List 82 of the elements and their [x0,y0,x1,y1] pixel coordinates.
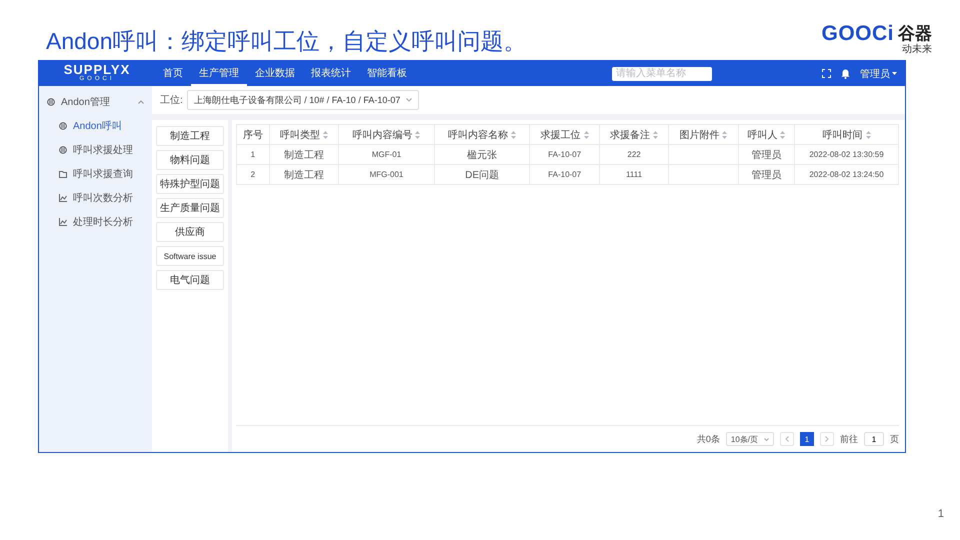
nav-tab[interactable]: 首页 [155,61,191,86]
circle-icon [59,122,67,130]
sort-icon[interactable] [584,130,589,138]
call-type-button[interactable]: 电气问题 [156,270,224,290]
sort-icon[interactable] [866,130,870,138]
call-type-button[interactable]: Software issue [156,246,224,266]
column-header[interactable]: 呼叫内容名称 [434,124,530,144]
table-cell: 222 [599,144,669,164]
slide-title: Andon呼叫：绑定呼叫工位，自定义呼叫问题。 [46,27,527,56]
table-cell: 管理员 [738,144,795,164]
sort-icon[interactable] [722,130,728,138]
table-cell: 2022-08-02 13:30:59 [794,144,898,164]
logo-wordmark: GOOCi [821,24,894,44]
nav-tab[interactable]: 智能看板 [359,61,415,86]
page-size-select[interactable]: 10条/页 [726,432,774,446]
folder-icon [59,170,67,178]
station-select[interactable]: 上海朗仕电子设备有限公司 / 10# / FA-10 / FA-10-07 [186,90,419,110]
column-header[interactable]: 图片附件 [668,124,738,144]
chart-icon [59,218,67,226]
circle-icon [47,98,55,106]
call-type-button[interactable]: 特殊护型问题 [156,174,224,194]
call-type-button[interactable]: 生产质量问题 [156,198,224,218]
caret-icon [764,438,769,440]
goto-page-field[interactable]: 1 [864,432,884,446]
column-header[interactable]: 序号 [236,124,270,144]
table-cell: FA-10-07 [530,164,600,184]
column-header[interactable]: 求援备注 [599,124,669,144]
sort-icon[interactable] [780,130,786,138]
goto-unit: 页 [890,432,899,446]
page-button[interactable]: 1 [800,432,814,446]
sort-icon[interactable] [322,130,328,138]
sidebar-item[interactable]: Andon管理 [39,90,152,114]
nav-tab[interactable]: 企业数据 [247,61,303,86]
table-cell: 2022-08-02 13:24:50 [794,164,898,184]
goto-label: 前往 [840,432,858,446]
sidebar-item[interactable]: 呼叫次数分析 [39,186,152,210]
table-cell: 楹元张 [434,144,530,164]
sidebar-item[interactable]: 呼叫求援查询 [39,162,152,186]
call-type-button[interactable]: 供应商 [156,222,224,242]
column-header[interactable]: 求援工位 [530,124,600,144]
column-header[interactable]: 呼叫类型 [269,124,339,144]
table-cell: 2 [236,164,270,184]
sidebar-item[interactable]: 呼叫求援处理 [39,138,152,162]
chevron-right-icon [825,436,829,442]
caret-icon [892,72,897,75]
column-header[interactable]: 呼叫内容编号 [338,124,434,144]
column-header[interactable]: 呼叫时间 [794,124,898,144]
app-logo[interactable]: SUPPLYX [64,64,130,76]
table-cell: 1 [236,144,270,164]
logo-tagline: 动未来 [902,44,932,55]
nav-tab[interactable]: 报表统计 [303,61,359,86]
call-type-button[interactable]: 制造工程 [156,126,224,146]
sort-icon[interactable] [415,130,420,138]
bell-icon[interactable] [841,68,850,78]
table-cell: 制造工程 [269,164,339,184]
sort-icon[interactable] [653,130,658,138]
page-number: 1 [938,508,944,520]
user-menu[interactable]: 管理员 [860,66,897,80]
search-field[interactable]: 请输入菜单名称 [612,66,712,80]
call-type-button[interactable]: 物料问题 [156,150,224,170]
caret-icon [406,98,412,102]
sidebar-item[interactable]: Andon呼叫 [39,114,152,138]
sort-icon[interactable] [511,130,516,138]
table-cell: FA-10-07 [530,144,600,164]
table-cell: 管理员 [738,164,795,184]
chevron-left-icon [785,436,789,442]
table-cell: MFG-001 [338,164,434,184]
chart-icon [59,194,67,202]
fullscreen-icon[interactable] [822,69,831,78]
filter-label: 工位: [160,94,183,107]
table-cell: MGF-01 [338,144,434,164]
table-cell: 制造工程 [269,144,339,164]
total-count: 共0条 [696,432,720,446]
sidebar-item[interactable]: 处理时长分析 [39,210,152,234]
table-cell: 1111 [599,164,669,184]
column-header[interactable]: 呼叫人 [738,124,795,144]
caret-icon [138,100,144,104]
table-cell: DE问题 [434,164,530,184]
next-page-button[interactable] [820,432,834,446]
circle-icon [59,146,67,154]
previous-page-button[interactable] [780,432,794,446]
logo-name: 谷器 [898,24,932,44]
